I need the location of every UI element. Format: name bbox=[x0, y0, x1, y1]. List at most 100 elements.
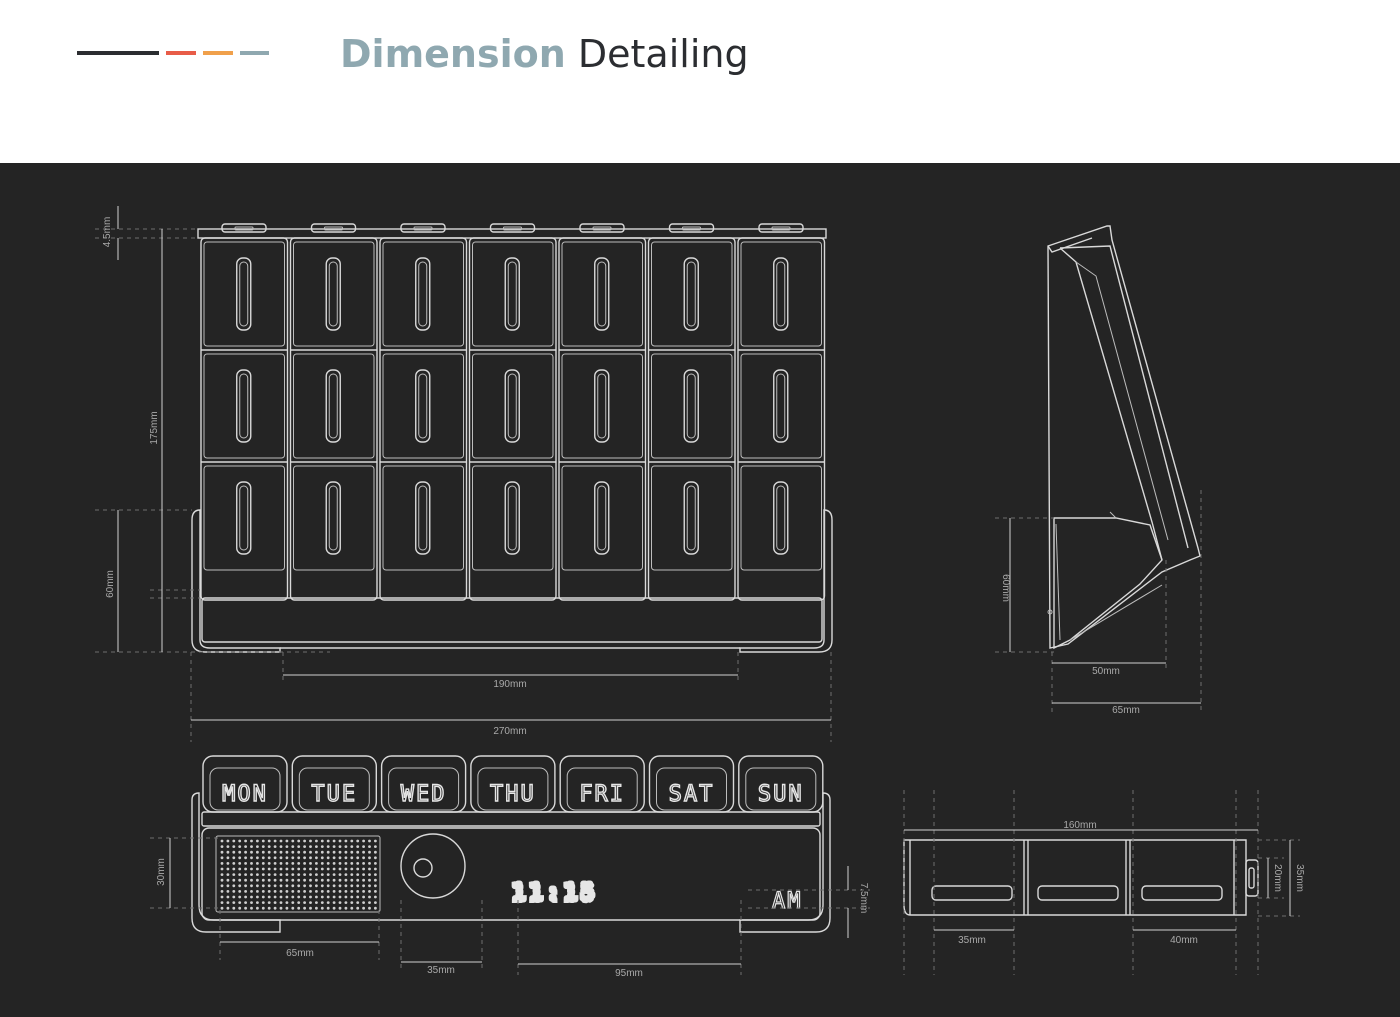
dim-digits-width: 95mm bbox=[615, 968, 643, 979]
dim-drawer-total: 160mm bbox=[1063, 820, 1096, 831]
side-base-inner bbox=[1055, 523, 1061, 641]
display-panel bbox=[201, 827, 821, 921]
technical-drawing: 4.5mm 175mm 60mm 190mm 270mm 60mm 50mm 6… bbox=[95, 206, 1305, 979]
knob-indicator bbox=[413, 858, 433, 878]
compartment-window bbox=[594, 369, 610, 443]
display-view: MON TUE WED THU FRI SAT SUN 11:15 AM bbox=[191, 755, 831, 933]
lid-tab bbox=[668, 223, 715, 233]
compartment-window bbox=[594, 257, 610, 331]
compartment-window bbox=[236, 257, 252, 331]
compartment-window bbox=[236, 369, 252, 443]
dim-speaker-width: 65mm bbox=[286, 948, 314, 959]
day-label-thu: THU bbox=[490, 782, 536, 807]
side-view bbox=[1047, 225, 1201, 650]
day-label-mon: MON bbox=[222, 782, 268, 807]
compartment-window bbox=[773, 481, 789, 555]
day-label-tue: TUE bbox=[311, 782, 357, 807]
accent-bar-dark bbox=[77, 51, 159, 55]
compartment-window bbox=[415, 369, 431, 443]
compartment-window bbox=[683, 257, 699, 331]
volume-knob[interactable] bbox=[400, 833, 466, 899]
front-base-front bbox=[201, 597, 823, 643]
page-title: Dimension Detailing bbox=[340, 32, 749, 76]
compartment-column bbox=[737, 237, 826, 601]
compartment-window bbox=[325, 369, 341, 443]
title-rest: Detailing bbox=[577, 32, 749, 76]
compartment-column bbox=[647, 237, 736, 601]
compartment-column bbox=[289, 237, 378, 601]
day-label-wed: WED bbox=[401, 782, 447, 807]
front-base-right bbox=[739, 509, 833, 653]
dim-side-total: 65mm bbox=[1112, 705, 1140, 716]
dim-front-total-width: 270mm bbox=[493, 726, 526, 737]
day-label-sun: SUN bbox=[758, 782, 804, 807]
front-compartments bbox=[200, 237, 826, 601]
compartment-window bbox=[504, 257, 520, 331]
dim-drawer-outer-height: 35mm bbox=[1294, 864, 1305, 892]
lid-tab bbox=[579, 223, 625, 233]
compartment-window bbox=[325, 257, 341, 331]
accent-bar-orange bbox=[203, 51, 233, 55]
compartment-column bbox=[468, 237, 557, 601]
drawing-stage: 4.5mm 175mm 60mm 190mm 270mm 60mm 50mm 6… bbox=[0, 163, 1400, 1017]
dim-knob-width: 35mm bbox=[427, 965, 455, 976]
front-base-left bbox=[191, 509, 281, 653]
compartment-window bbox=[236, 481, 252, 555]
day-buttons: MON TUE WED THU FRI SAT SUN bbox=[202, 755, 824, 813]
dim-front-inner-width: 190mm bbox=[493, 679, 526, 690]
compartment-column bbox=[558, 237, 647, 601]
front-lid-tabs bbox=[221, 223, 804, 233]
dim-drawer-left: 35mm bbox=[958, 935, 986, 946]
speaker-grille bbox=[215, 835, 381, 913]
lid-tab bbox=[400, 223, 446, 233]
compartment-window bbox=[683, 481, 699, 555]
front-view bbox=[191, 223, 833, 653]
accent-bar-teal bbox=[240, 51, 269, 55]
title-bold: Dimension bbox=[340, 32, 566, 76]
clock-time: 11:15 bbox=[512, 881, 598, 906]
compartment-window bbox=[773, 257, 789, 331]
compartment-column bbox=[200, 237, 289, 601]
compartment-window bbox=[504, 481, 520, 555]
drawer-handle bbox=[1245, 859, 1259, 897]
drawer-slot-1 bbox=[931, 885, 1013, 901]
dim-drawer-inner-height: 20mm bbox=[1272, 864, 1283, 892]
dim-front-height: 175mm bbox=[149, 411, 160, 444]
dim-drawer-right: 40mm bbox=[1170, 935, 1198, 946]
dim-digits-height: 7.5mm bbox=[858, 883, 869, 914]
lid-tab bbox=[758, 223, 804, 233]
lid-tab bbox=[221, 223, 267, 233]
side-dimensions: 60mm 50mm 65mm bbox=[995, 490, 1202, 716]
dim-front-base: 60mm bbox=[105, 570, 116, 598]
display-base-left bbox=[191, 792, 281, 933]
compartment-window bbox=[415, 257, 431, 331]
header: Dimension Detailing bbox=[0, 0, 1400, 163]
side-inner-line bbox=[1075, 261, 1169, 541]
drawer-slot-2 bbox=[1037, 885, 1119, 901]
drawer-view bbox=[903, 839, 1259, 916]
drawer-slot-3 bbox=[1141, 885, 1223, 901]
compartment-window bbox=[594, 481, 610, 555]
side-base bbox=[1053, 517, 1163, 650]
accent-bar-red bbox=[166, 51, 196, 55]
display-top-rail bbox=[201, 811, 821, 827]
compartment-window bbox=[415, 481, 431, 555]
dim-side-base: 50mm bbox=[1092, 666, 1120, 677]
compartment-window bbox=[683, 369, 699, 443]
lid-tab bbox=[310, 223, 357, 233]
lid-tab bbox=[489, 223, 536, 233]
compartment-column bbox=[379, 237, 468, 601]
day-label-sat: SAT bbox=[669, 782, 715, 807]
compartment-window bbox=[773, 369, 789, 443]
dim-side-height: 60mm bbox=[1000, 574, 1011, 602]
side-outline bbox=[1047, 225, 1201, 649]
day-label-fri: FRI bbox=[579, 782, 625, 807]
side-lid bbox=[1047, 237, 1093, 253]
clock-meridiem: AM bbox=[772, 889, 803, 914]
side-back-panel bbox=[1059, 245, 1189, 549]
compartment-window bbox=[504, 369, 520, 443]
dim-front-lid: 4.5mm bbox=[102, 217, 113, 248]
dim-display-height: 30mm bbox=[156, 858, 167, 886]
drawer-outline bbox=[903, 839, 1247, 916]
drawer-dimensions: 160mm 35mm 40mm 20mm 35mm bbox=[903, 790, 1305, 975]
